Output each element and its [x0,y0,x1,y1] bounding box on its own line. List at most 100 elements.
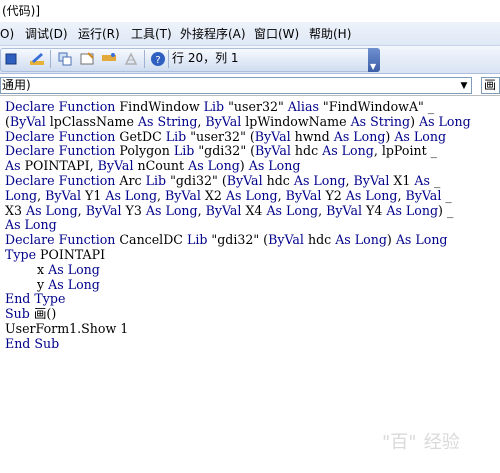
code-line[interactable]: Declare Function Polygon Lib "gdi32" (By… [5,143,500,159]
code-editor[interactable]: Declare Function FindWindow Lib "user32"… [0,97,500,473]
toolbar-separator [168,50,169,68]
code-keyword: As Long [48,261,100,277]
menu-item-debug[interactable]: 调试(D) [25,22,68,45]
menu-item-addins[interactable]: 外接程序(A) [180,22,246,45]
code-line[interactable]: (ByVal lpClassName As String, ByVal lpWi… [5,113,500,130]
code-line[interactable]: X3 As Long, ByVal Y3 As Long, ByVal X4 A… [5,202,500,219]
code-text: , [197,202,206,218]
code-line[interactable]: Declare Function Arc Lib "gdi32" (ByVal … [5,172,500,189]
code-keyword: As Long [293,172,346,188]
code-line[interactable]: End Type [5,291,500,307]
code-keyword: Sub [5,306,34,322]
code-text: nCount [137,158,189,174]
code-text: Y2 [325,187,346,203]
menu-item-format[interactable]: O) [0,22,14,45]
code-text: ) [410,113,419,129]
chevron-down-icon: ▼ [370,62,377,71]
code-text: "gdi32" ( [170,172,227,188]
project-explorer-icon[interactable] [56,50,74,68]
code-keyword: As [5,158,25,174]
code-keyword: ByVal [268,232,308,248]
help-icon[interactable]: ? [149,50,167,68]
code-keyword: As Long [333,128,386,144]
code-text: , [157,187,166,203]
code-keyword: ByVal [326,202,366,218]
code-keyword: As Long [188,158,240,174]
code-keyword: Declare Function [5,128,120,144]
object-select-value: 通用) [2,78,31,92]
code-keyword: As Long [345,187,398,203]
code-text: hwnd [294,128,334,144]
code-line[interactable]: UserForm1.Show 1 [5,321,500,337]
window-title: (代码)] [0,0,500,22]
code-keyword: Lib [203,99,229,114]
code-keyword: Declare Function [5,172,120,188]
object-select[interactable]: 通用) ▼ [0,77,472,94]
menu-item-tools[interactable]: 工具(T) [131,22,172,45]
code-line[interactable]: End Sub [5,336,500,352]
code-keyword: ByVal [353,172,394,188]
menu-item-window[interactable]: 窗口(W) [254,22,299,45]
code-keyword: Long [5,187,38,203]
code-keyword: ByVal [45,187,85,203]
code-keyword: As Long [266,202,319,218]
code-line[interactable]: Sub 画() [5,306,500,322]
code-keyword: ByVal [205,202,246,218]
code-keyword: ByVal [285,187,326,203]
menu-item-help[interactable]: 帮助(H) [309,22,351,45]
code-text: hdc [266,172,294,188]
code-text: , lpPoint _ [373,143,437,159]
cursor-position-indicator: 行 20，列 1 [172,51,239,65]
toolbar-options-button[interactable]: ▼ [368,48,380,72]
code-text: y [5,276,49,292]
code-text: 画() [33,306,57,322]
code-line[interactable]: As POINTAPI, ByVal nCount As Long) As Lo… [5,158,500,174]
standard-toolbar: ? 行 20，列 1 ▼ [0,46,500,74]
toolbar-separator [50,50,51,68]
code-text: X2 [204,187,226,203]
code-text: ) [386,232,396,248]
code-line[interactable]: Declare Function CancelDC Lib "gdi32" (B… [5,232,500,248]
code-line[interactable]: Declare Function GetDC Lib "user32" (ByV… [5,128,500,145]
code-line[interactable]: y As Long [5,276,500,293]
watermark: "百" 经验 [382,432,460,453]
code-keyword: As Long [335,232,387,248]
code-text: X3 [5,202,26,218]
code-line[interactable]: Long, ByVal Y1 As Long, ByVal X2 As Long… [5,187,500,204]
code-text: "gdi32" ( [211,232,269,248]
properties-icon[interactable] [78,50,96,68]
code-keyword: As Long [322,143,374,159]
code-line[interactable]: x As Long [5,261,500,278]
toolbox-icon[interactable] [122,50,140,68]
code-keyword: End Type [5,291,66,307]
code-keyword: Lib [186,232,212,248]
code-keyword: As Long [418,113,471,129]
toolbar-separator [144,50,145,68]
code-keyword: As Long [395,232,448,248]
menu-item-run[interactable]: 运行(R) [78,22,120,45]
code-keyword: Type [5,246,41,262]
code-keyword: As Long [386,202,439,218]
design-mode-icon[interactable] [28,50,46,68]
code-text: GetDC [119,128,166,144]
code-keyword: As Long [48,276,100,292]
code-keyword: As Long [25,202,78,218]
code-text: , [345,172,354,188]
object-browser-icon[interactable] [100,50,118,68]
code-line[interactable]: As Long [5,217,500,233]
code-text: Y3 [125,202,146,218]
code-keyword: As Long [394,128,447,144]
code-line[interactable]: Type POINTAPI [5,246,500,263]
code-keyword: Lib [165,128,191,144]
code-line[interactable]: Declare Function FindWindow Lib "user32"… [5,99,500,115]
code-keyword: ByVal [405,187,446,203]
code-keyword: As Long [248,158,301,174]
code-keyword: As Long [225,187,278,203]
code-text: , [37,187,46,203]
stop-icon[interactable] [2,50,20,68]
code-text: , [318,202,327,218]
code-text: x [5,261,49,277]
chevron-down-icon[interactable]: ▼ [457,80,471,93]
code-text: , [277,187,286,203]
procedure-select[interactable]: 画 [481,77,500,94]
